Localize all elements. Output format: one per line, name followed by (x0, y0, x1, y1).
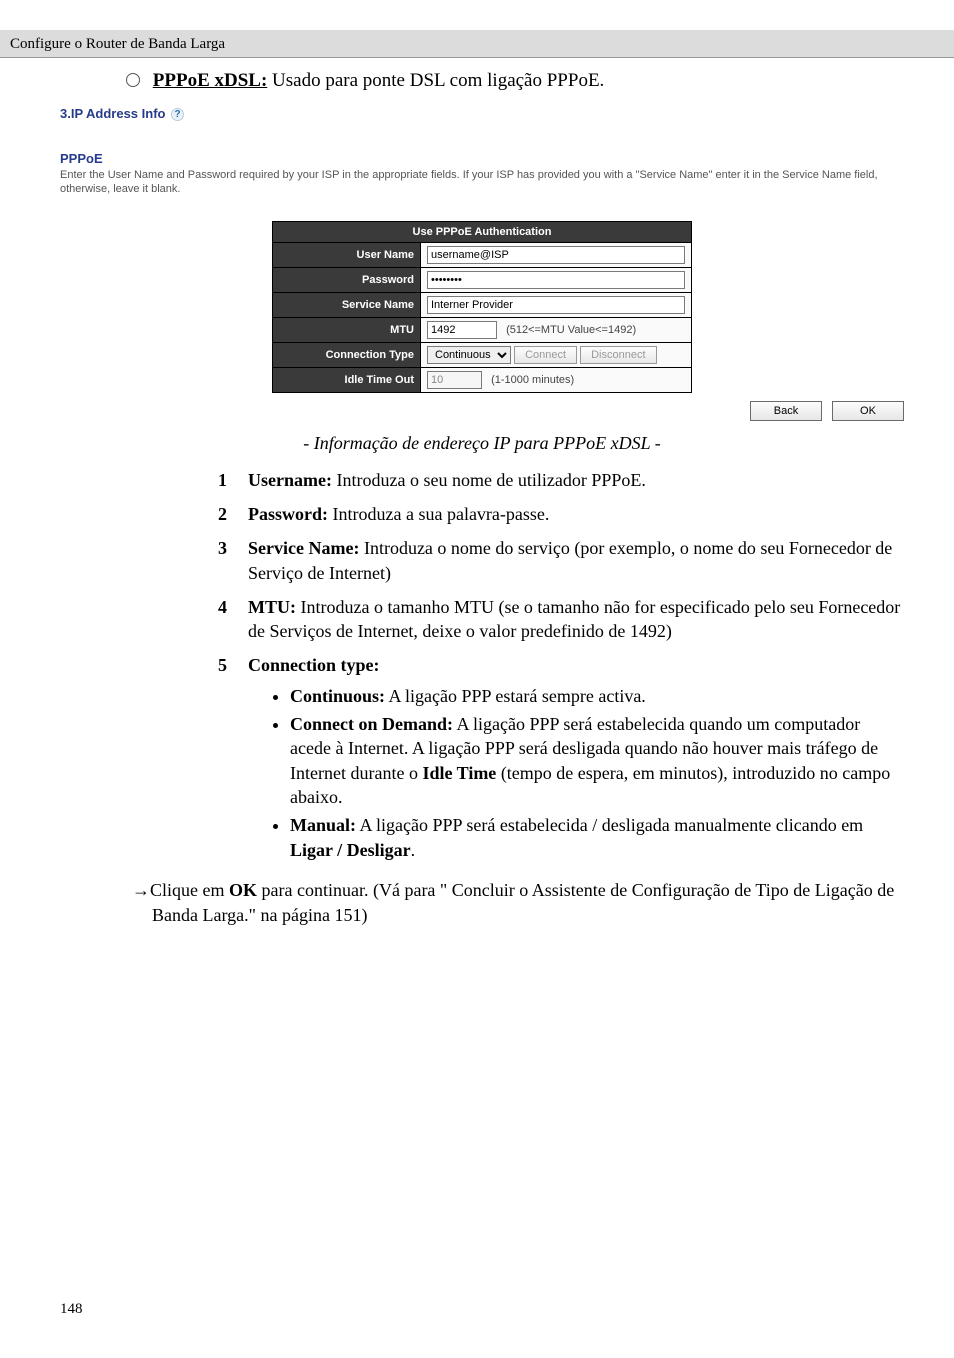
connect-button[interactable]: Connect (514, 346, 577, 364)
idle-timeout-label: Idle Time Out (273, 367, 421, 392)
username-input[interactable] (427, 246, 685, 264)
idle-timeout-input[interactable] (427, 371, 482, 389)
step-password: Password: Introduza a sua palavra-passe. (218, 502, 904, 526)
password-label: Password (273, 267, 421, 292)
service-name-input[interactable] (427, 296, 685, 314)
closing-instruction: →Clique em OK para continuar. (Vá para "… (132, 878, 904, 928)
step-connection-type: Connection type: Continuous: A ligação P… (218, 653, 904, 861)
section-title: 3.IP Address Info ? (60, 106, 904, 121)
option-pppoe-xdsl: PPPoE xDSL: Usado para ponte DSL com lig… (126, 70, 904, 92)
intro-text: Enter the User Name and Password require… (60, 168, 904, 197)
option-label: PPPoE xDSL: (153, 70, 268, 91)
mtu-input[interactable] (427, 321, 497, 339)
pppoe-auth-panel: Use PPPoE Authentication User Name Passw… (272, 221, 692, 393)
step-service-name: Service Name: Introduza o nome do serviç… (218, 536, 904, 585)
service-name-label: Service Name (273, 292, 421, 317)
idle-hint: (1-1000 minutes) (491, 374, 574, 386)
connection-type-select[interactable]: Continuous (427, 346, 511, 364)
radio-icon (126, 73, 140, 87)
conn-on-demand: Connect on Demand: A ligação PPP será es… (290, 712, 904, 809)
arrow-icon: → (132, 880, 150, 900)
conn-manual: Manual: A ligação PPP será estabelecida … (290, 813, 904, 862)
panel-header: Use PPPoE Authentication (273, 221, 692, 242)
step-mtu: MTU: Introduza o tamanho MTU (se o taman… (218, 595, 904, 644)
conn-continuous: Continuous: A ligação PPP estará sempre … (290, 684, 904, 708)
back-button[interactable]: Back (750, 401, 822, 421)
help-icon[interactable]: ? (171, 108, 184, 121)
option-desc: Usado para ponte DSL com ligação PPPoE. (267, 70, 604, 91)
connection-type-label: Connection Type (273, 342, 421, 367)
mtu-label: MTU (273, 317, 421, 342)
mtu-hint: (512<=MTU Value<=1492) (506, 324, 636, 336)
page-number: 148 (60, 1301, 83, 1318)
breadcrumb: Configure o Router de Banda Larga (0, 30, 954, 58)
pppoe-heading: PPPoE (60, 151, 904, 166)
disconnect-button[interactable]: Disconnect (580, 346, 656, 364)
step-username: Username: Introduza o seu nome de utiliz… (218, 468, 904, 492)
figure-caption: - Informação de endereço IP para PPPoE x… (60, 433, 904, 454)
username-label: User Name (273, 242, 421, 267)
ok-button[interactable]: OK (832, 401, 904, 421)
password-input[interactable] (427, 271, 685, 289)
